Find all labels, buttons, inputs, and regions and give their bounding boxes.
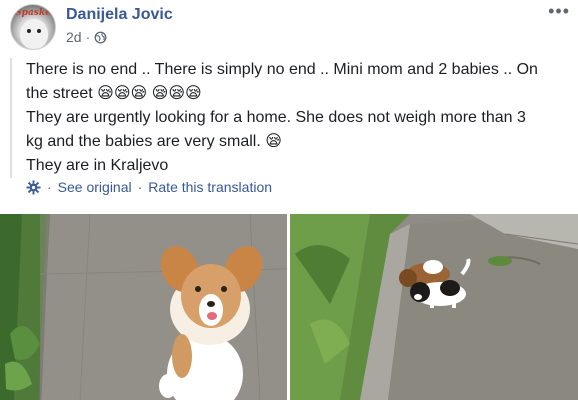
- post-text: There is no end .. There is simply no en…: [10, 58, 570, 178]
- post-text-line: They are urgently looking for a home. Sh…: [26, 109, 526, 126]
- more-options-icon[interactable]: •••: [548, 2, 570, 20]
- globe-icon[interactable]: [94, 31, 107, 44]
- photo-two-puppies[interactable]: [290, 214, 578, 400]
- photo-dog-standing[interactable]: [0, 214, 287, 400]
- avatar-eye-left: [27, 29, 31, 33]
- post-timestamp[interactable]: 2d: [66, 29, 82, 45]
- rate-translation-link[interactable]: Rate this translation: [148, 179, 272, 195]
- translation-bar: · See original · Rate this translation: [26, 179, 272, 195]
- avatar-eye-right: [37, 29, 41, 33]
- post-header: Spaske Danijela Jovic 2d · •••: [0, 0, 578, 56]
- translation-dot: ·: [47, 179, 52, 195]
- post-text-line: They are in Kraljevo: [26, 157, 169, 174]
- meta-separator: ·: [85, 29, 91, 45]
- author-name[interactable]: Danijela Jovic: [66, 6, 173, 24]
- post-meta: 2d ·: [66, 29, 107, 45]
- avatar-logo-text: Spaske: [15, 8, 51, 18]
- post-text-line: kg and the babies are very small. 😪: [26, 133, 282, 150]
- translation-dot: ·: [137, 179, 143, 195]
- gear-icon[interactable]: [26, 179, 41, 195]
- see-original-link[interactable]: See original: [58, 179, 132, 195]
- avatar-dog-face: [20, 19, 48, 49]
- author-avatar[interactable]: Spaske: [10, 4, 56, 50]
- post-text-line: There is no end .. There is simply no en…: [26, 61, 538, 78]
- post-text-line: the street 😪😪😪 😪😪😪: [26, 85, 202, 102]
